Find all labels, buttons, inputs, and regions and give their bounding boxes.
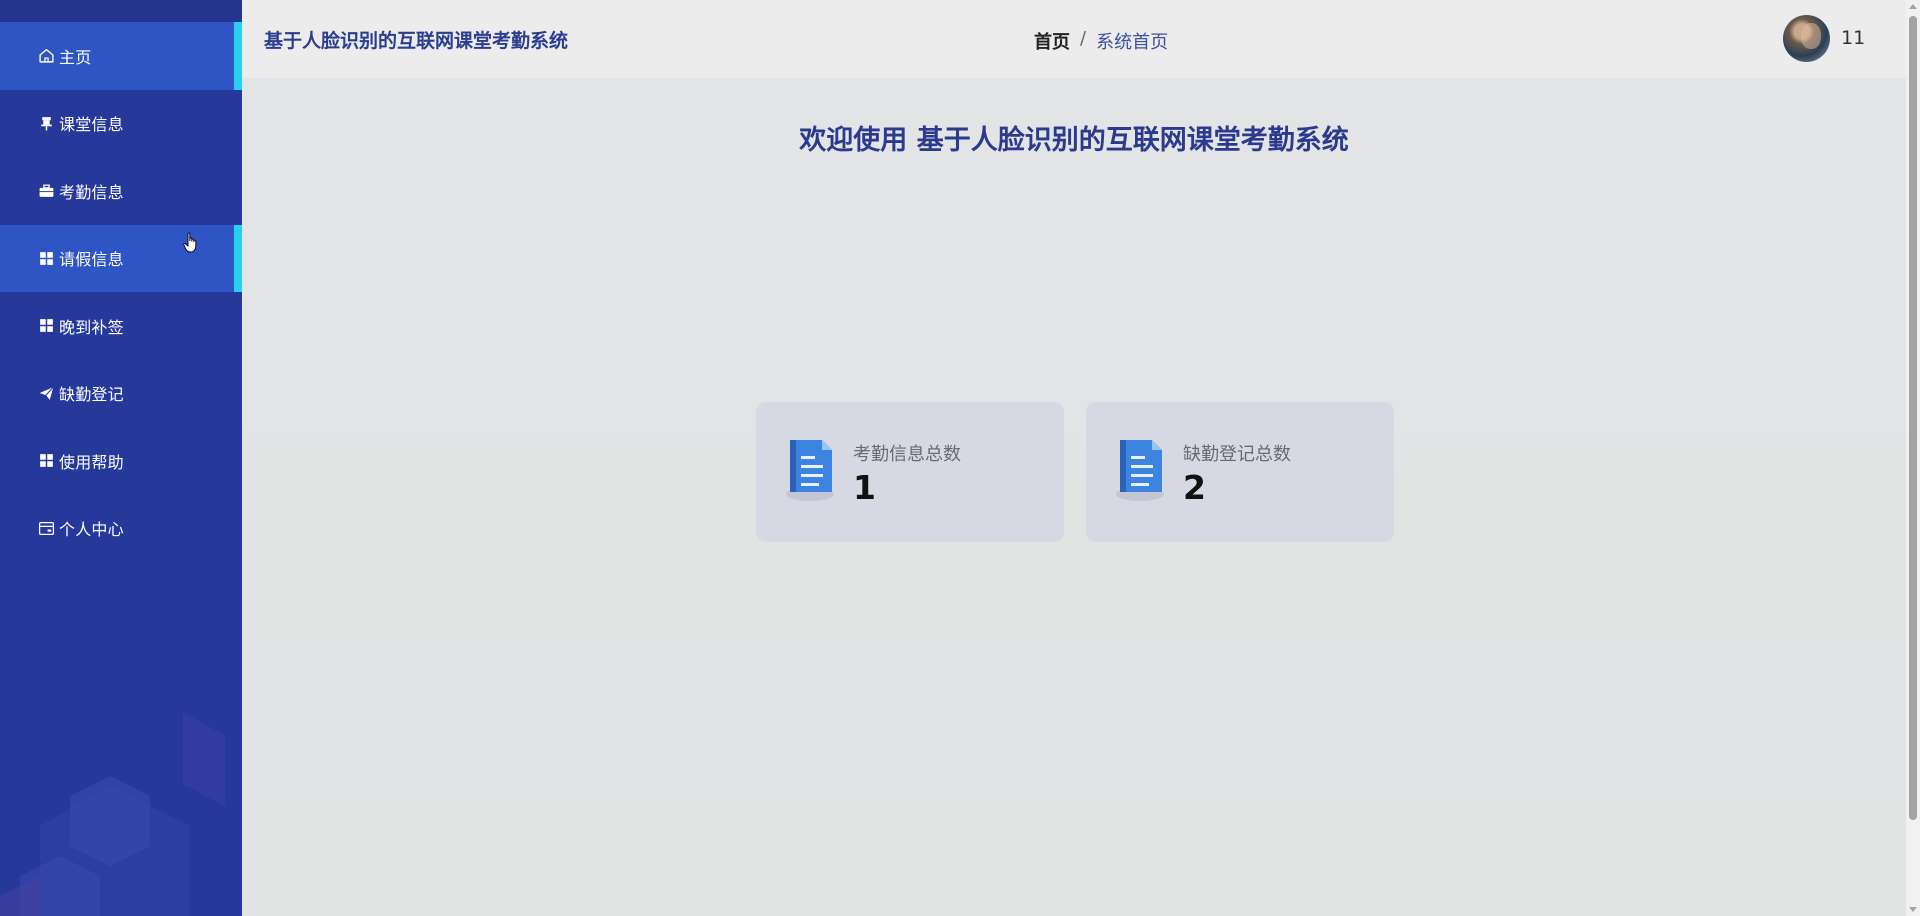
sidebar-item-label: 主页 <box>59 47 92 67</box>
sidebar-item-home[interactable]: 主页 <box>0 22 242 90</box>
sidebar-item-attendance-info[interactable]: 考勤信息 <box>0 157 242 225</box>
scroll-thumb[interactable] <box>1909 16 1917 820</box>
page-scrollbar[interactable] <box>1906 0 1920 916</box>
header-title: 基于人脸识别的互联网课堂考勤系统 <box>264 30 569 52</box>
stat-card-absence: 缺勤登记总数 2 <box>1086 402 1394 542</box>
scroll-up-arrow-icon[interactable] <box>1909 4 1917 9</box>
document-icon <box>1116 440 1164 501</box>
sidebar-item-label: 缺勤登记 <box>59 385 124 405</box>
sidebar-item-late-signin[interactable]: 晚到补签 <box>0 292 242 360</box>
card-icon <box>37 519 55 537</box>
stat-card-value: 2 <box>1183 468 1206 507</box>
grid-icon <box>37 249 55 267</box>
send-icon <box>37 384 55 402</box>
main-content: 欢迎使用 基于人脸识别的互联网课堂考勤系统 考勤信息总数 1 缺勤登记总数 2 <box>242 78 1906 916</box>
sidebar-item-class-info[interactable]: 课堂信息 <box>0 90 242 158</box>
hand-cursor-icon <box>183 232 197 253</box>
sidebar-item-label: 请假信息 <box>59 250 124 270</box>
sidebar-decoration <box>0 712 225 916</box>
breadcrumb-separator: / <box>1080 28 1087 49</box>
home-icon <box>37 47 55 65</box>
sidebar-item-label: 晚到补签 <box>59 317 124 337</box>
top-header: 基于人脸识别的互联网课堂考勤系统 首页 / 系统首页 11 <box>242 0 1906 78</box>
stat-cards: 考勤信息总数 1 缺勤登记总数 2 <box>756 402 1394 542</box>
sidebar: 主页 课堂信息 考勤信息 请假信息 晚到补签 缺勤登记 使用帮助 个人中心 <box>0 0 242 916</box>
sidebar-item-absence-registration[interactable]: 缺勤登记 <box>0 360 242 428</box>
stat-card-label: 考勤信息总数 <box>853 444 961 465</box>
sidebar-item-label: 个人中心 <box>59 520 124 540</box>
breadcrumb-current: 系统首页 <box>1096 32 1169 53</box>
document-icon <box>786 440 834 501</box>
sidebar-item-profile[interactable]: 个人中心 <box>0 495 242 563</box>
sidebar-item-label: 课堂信息 <box>59 115 124 135</box>
stat-card-attendance: 考勤信息总数 1 <box>756 402 1064 542</box>
grid-icon <box>37 452 55 470</box>
welcome-title: 欢迎使用 基于人脸识别的互联网课堂考勤系统 <box>799 125 1349 156</box>
avatar[interactable] <box>1783 15 1830 62</box>
grid-icon <box>37 317 55 335</box>
sidebar-item-label: 考勤信息 <box>59 182 124 202</box>
scroll-down-arrow-icon[interactable] <box>1909 907 1917 912</box>
username[interactable]: 11 <box>1841 27 1865 49</box>
sidebar-top-strip <box>0 0 242 22</box>
sidebar-item-help[interactable]: 使用帮助 <box>0 427 242 495</box>
stat-card-value: 1 <box>853 468 876 507</box>
sidebar-menu: 主页 课堂信息 考勤信息 请假信息 晚到补签 缺勤登记 使用帮助 个人中心 <box>0 22 242 562</box>
sidebar-item-leave-info[interactable]: 请假信息 <box>0 224 242 292</box>
briefcase-icon <box>37 182 55 200</box>
sidebar-item-label: 使用帮助 <box>59 452 124 472</box>
pin-icon <box>37 114 55 132</box>
stat-card-label: 缺勤登记总数 <box>1183 444 1291 465</box>
breadcrumb: 首页 / 系统首页 <box>1034 28 1168 54</box>
breadcrumb-home[interactable]: 首页 <box>1034 28 1070 54</box>
